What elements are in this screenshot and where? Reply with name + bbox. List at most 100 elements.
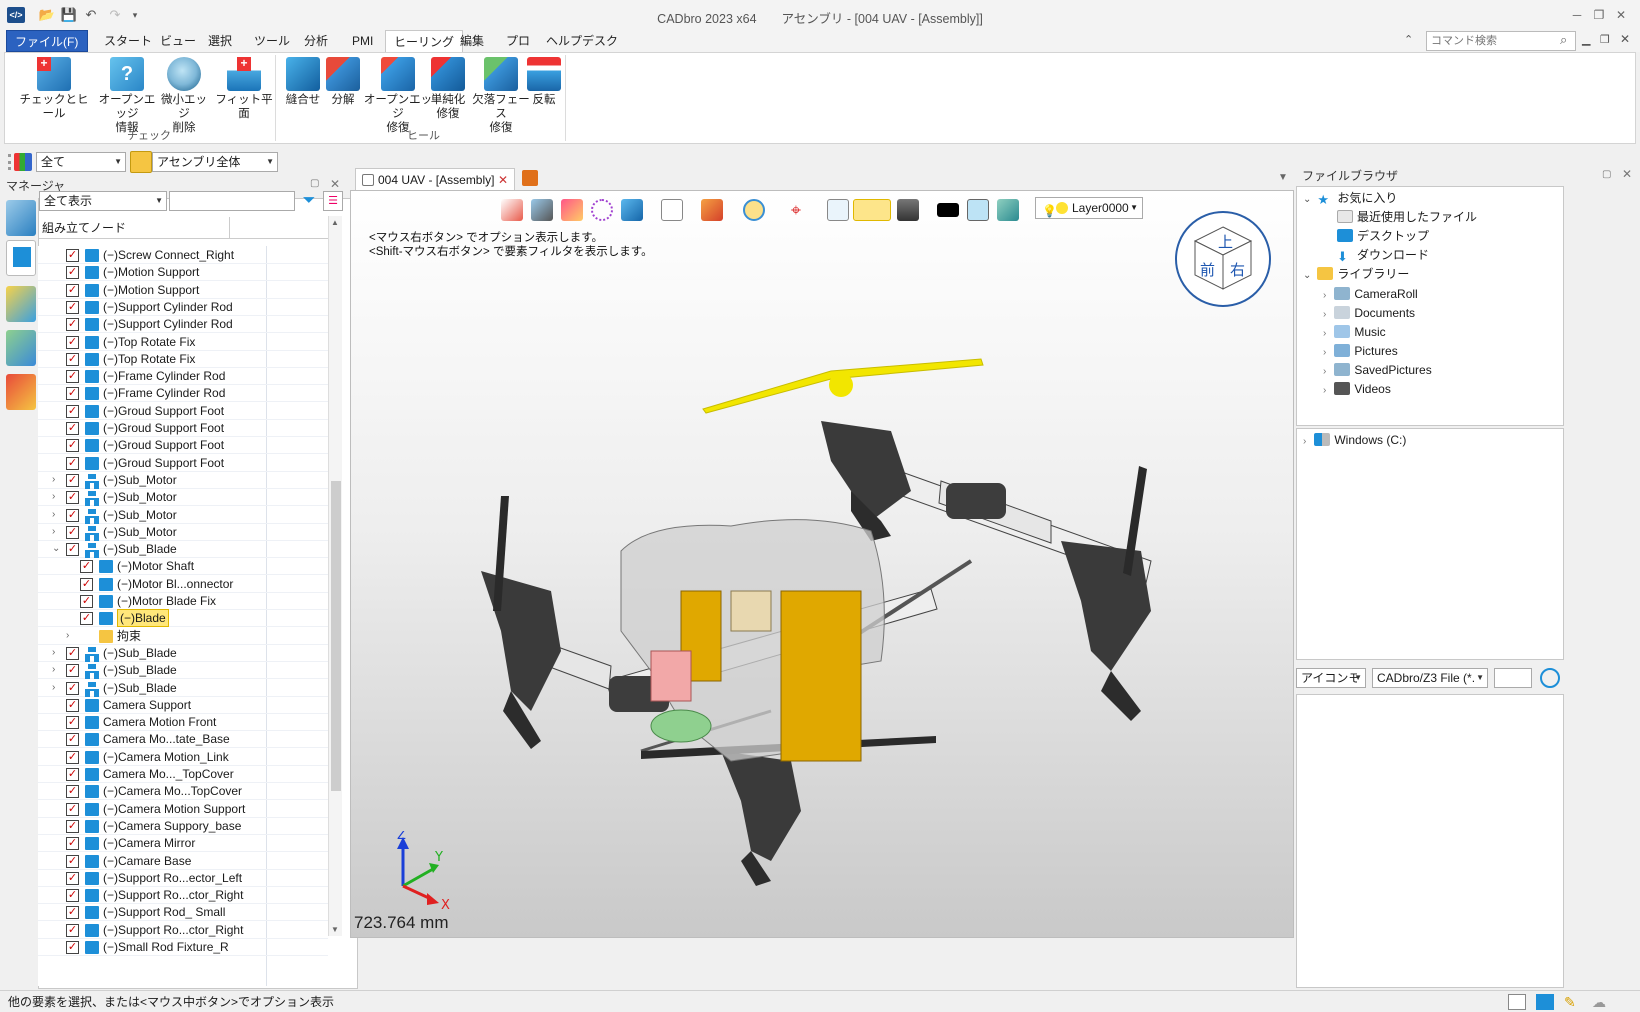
- visibility-checkbox[interactable]: ✓: [66, 768, 79, 781]
- view-mode-combo[interactable]: アイコンモード▼: [1296, 668, 1366, 688]
- visibility-checkbox[interactable]: ✓: [66, 404, 79, 418]
- tree-row[interactable]: ✓ (−)Top Rotate Fix: [38, 350, 328, 368]
- visibility-checkbox[interactable]: ✓: [66, 802, 79, 816]
- minimize-icon[interactable]: ─: [1568, 6, 1586, 24]
- visibility-checkbox[interactable]: ✓: [66, 750, 79, 764]
- visibility-checkbox[interactable]: ✓: [66, 300, 79, 314]
- visibility-checkbox[interactable]: ✓: [66, 283, 79, 297]
- tree-search-input[interactable]: [169, 191, 295, 211]
- refresh-icon[interactable]: [1540, 668, 1560, 688]
- open-edge-info-button[interactable]: ? オープンエッジ 情報: [93, 57, 161, 135]
- visibility-checkbox[interactable]: ✓: [66, 906, 79, 920]
- tab-analysis[interactable]: 分析: [296, 30, 336, 52]
- display-mode-combo[interactable]: 全て表示 ▼: [39, 191, 167, 211]
- tab-edit[interactable]: 編集: [452, 30, 492, 52]
- file-list[interactable]: [1296, 694, 1564, 988]
- cloud-icon[interactable]: ☁: [1592, 991, 1606, 1012]
- tab-list-dropdown-icon[interactable]: ▼: [1278, 172, 1288, 183]
- tree-row[interactable]: › ✓ (−)Sub_Motor: [38, 471, 328, 489]
- tree-row[interactable]: ✓ Camera Motion Front: [38, 713, 328, 732]
- file-filter-combo[interactable]: CADbro/Z3 File (*. ▼: [1372, 668, 1488, 688]
- visibility-checkbox[interactable]: ✓: [66, 249, 79, 262]
- visibility-checkbox[interactable]: ✓: [66, 370, 79, 384]
- decompose-button[interactable]: 分解: [323, 57, 363, 107]
- command-search-input[interactable]: [1426, 31, 1576, 51]
- tree-row[interactable]: ✓ (−)Groud Support Foot: [38, 436, 328, 455]
- tree-row[interactable]: ✓ (−)Top Rotate Fix: [38, 333, 328, 351]
- tab-tools[interactable]: ツール: [246, 30, 298, 52]
- visibility-checkbox[interactable]: ✓: [66, 716, 79, 730]
- visibility-checkbox[interactable]: ✓: [66, 871, 79, 885]
- repair-open-edge-button[interactable]: オープンエッジ 修復: [363, 57, 433, 135]
- library-node[interactable]: ⌄ ライブラリー: [1303, 265, 1409, 285]
- visibility-checkbox[interactable]: ✓: [66, 456, 79, 470]
- tab-pmi[interactable]: PMI: [344, 30, 381, 52]
- tree-row[interactable]: ✓ (−)Motion Support: [38, 281, 328, 299]
- tree-row[interactable]: ✓ (−)Camare Base: [38, 852, 328, 870]
- visibility-checkbox[interactable]: ✓: [66, 473, 79, 487]
- visibility-checkbox[interactable]: ✓: [66, 698, 79, 712]
- visibility-checkbox[interactable]: ✓: [80, 560, 93, 574]
- expand-chevron-icon[interactable]: ›: [52, 523, 62, 541]
- tree-row[interactable]: › ✓ (−)Sub_Blade: [38, 679, 328, 697]
- visibility-checkbox[interactable]: ✓: [66, 733, 79, 747]
- file-search-input[interactable]: [1494, 668, 1532, 688]
- library-cameraroll[interactable]: › CameraRoll: [1323, 285, 1418, 305]
- tree-row[interactable]: ✓ (−)Camera Suppory_base: [38, 817, 328, 835]
- close-tab-icon[interactable]: ✕: [498, 169, 508, 191]
- fit-plane-button[interactable]: + フィット平面: [211, 57, 277, 121]
- restore-icon[interactable]: ❐: [1590, 6, 1608, 24]
- part-tree-tab-icon[interactable]: [6, 240, 36, 276]
- scroll-down-icon[interactable]: ▼: [331, 925, 339, 934]
- tree-row[interactable]: ✓ (−)Motor Blade Fix: [38, 592, 328, 610]
- visibility-checkbox[interactable]: ✓: [66, 335, 79, 349]
- blade-hub-selected[interactable]: [829, 373, 853, 397]
- panel-pin-icon[interactable]: ▢: [310, 178, 319, 189]
- visibility-checkbox[interactable]: ✓: [66, 854, 79, 868]
- expand-chevron-icon[interactable]: ›: [66, 627, 76, 645]
- help-minimize-icon[interactable]: ▁: [1582, 33, 1590, 46]
- tree-row[interactable]: ✓ (−)Groud Support Foot: [38, 402, 328, 420]
- check-and-heal-button[interactable]: + チェックとヒール: [17, 57, 91, 121]
- visibility-checkbox[interactable]: ✓: [66, 889, 79, 903]
- list-settings-icon[interactable]: ☰: [323, 191, 343, 211]
- sew-button[interactable]: 縫合せ: [283, 57, 323, 107]
- visibility-checkbox[interactable]: ✓: [66, 837, 79, 851]
- visibility-checkbox[interactable]: ✓: [66, 266, 79, 280]
- tree-row[interactable]: ✓ (−)Support Ro...ctor_Right: [38, 886, 328, 905]
- library-videos[interactable]: › Videos: [1323, 380, 1391, 400]
- visibility-checkbox[interactable]: ✓: [66, 525, 79, 539]
- tree-row[interactable]: ✓ (−)Camera Mo...TopCover: [38, 782, 328, 801]
- tree-scrollbar[interactable]: ▲ ▼: [328, 216, 342, 936]
- reverse-button[interactable]: 反転: [527, 57, 561, 107]
- tree-row[interactable]: ✓ (−)Screw Connect_Right: [38, 246, 328, 264]
- tree-row[interactable]: ✓ (−)Support Rod_ Small: [38, 903, 328, 922]
- downloads-item[interactable]: ⬇ ダウンロード: [1337, 246, 1429, 264]
- tree-row[interactable]: ✓ Camera Mo..._TopCover: [38, 765, 328, 783]
- visibility-checkbox[interactable]: ✓: [66, 923, 79, 937]
- expand-chevron-icon[interactable]: ›: [52, 471, 62, 489]
- visibility-checkbox[interactable]: ✓: [66, 646, 79, 660]
- tree-row[interactable]: ⌄ ✓ (−)Sub_Blade: [38, 540, 328, 559]
- visibility-checkbox[interactable]: ✓: [66, 491, 79, 505]
- drive-c-node[interactable]: › Windows (C:): [1303, 431, 1406, 451]
- tree-row[interactable]: ✓ (−)Frame Cylinder Rod: [38, 384, 328, 403]
- tree-toggle-icon[interactable]: [1508, 994, 1526, 1010]
- tree-row[interactable]: ✓ (−)Small Rod Fixture_R: [38, 938, 328, 956]
- panel-close-icon[interactable]: ✕: [1622, 167, 1632, 181]
- visibility-checkbox[interactable]: ✓: [66, 318, 79, 332]
- image-tab-icon[interactable]: [6, 330, 36, 366]
- document-tab[interactable]: 004 UAV - [Assembly] ✕: [355, 168, 515, 190]
- drone-model[interactable]: [351, 191, 1294, 938]
- search-icon[interactable]: ⌕: [1560, 32, 1567, 48]
- tab-pro[interactable]: プロ: [498, 30, 538, 52]
- expand-chevron-icon[interactable]: ›: [52, 679, 62, 697]
- history-tab-icon[interactable]: [6, 374, 36, 410]
- favorites-node[interactable]: ⌄ ★ お気に入り: [1303, 189, 1397, 209]
- library-documents[interactable]: › Documents: [1323, 304, 1415, 324]
- tree-row[interactable]: ✓ (−)Camera Motion_Link: [38, 748, 328, 766]
- visibility-checkbox[interactable]: ✓: [80, 595, 93, 608]
- visibility-checkbox[interactable]: ✓: [80, 612, 93, 626]
- close-icon[interactable]: ✕: [1612, 6, 1630, 24]
- tree-row[interactable]: ✓ (−)Camera Motion Support: [38, 800, 328, 818]
